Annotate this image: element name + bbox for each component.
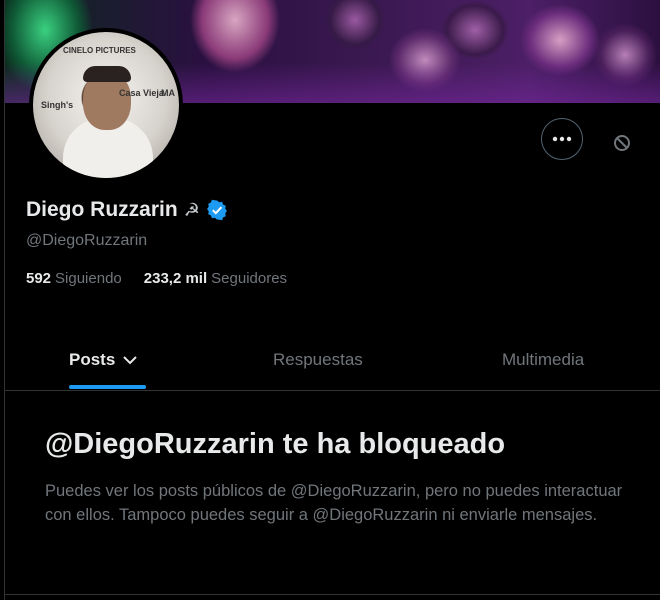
following-count: 592 [26, 270, 52, 287]
followers-count: 233,2 mil [143, 270, 208, 287]
following-label: Siguiendo [55, 270, 122, 287]
more-options-button[interactable] [541, 118, 583, 160]
more-horizontal-icon [552, 136, 572, 142]
tab-respuestas[interactable]: Respuestas [273, 330, 363, 390]
profile-handle: @DiegoRuzzarin [26, 232, 148, 249]
followers-stat[interactable]: 233,2 mil Seguidores [144, 270, 287, 287]
avatar-sponsor-text: Casa Vieja [119, 88, 164, 98]
tab-posts[interactable]: Posts [69, 330, 138, 390]
followers-label: Seguidores [211, 270, 288, 287]
avatar-sponsor-text: Singh's [41, 100, 74, 110]
profile-tabs: Posts Respuestas Multimedia [5, 330, 660, 391]
profile-name-row: Diego Ruzzarin ☭ [26, 198, 228, 222]
tab-multimedia[interactable]: Multimedia [502, 330, 584, 390]
avatar-sponsor-text: MA [161, 88, 175, 98]
active-tab-indicator [69, 385, 146, 389]
profile-stats: 592 Siguiendo 233,2 mil Seguidores [26, 270, 287, 287]
display-name: Diego Ruzzarin [26, 198, 178, 221]
chevron-down-icon [123, 356, 138, 365]
hammer-sickle-icon: ☭ [183, 199, 200, 220]
blocked-description: Puedes ver los posts públicos de @DiegoR… [45, 482, 623, 524]
avatar[interactable]: CINELO PICTURES Singh's Casa Vieja MA [29, 28, 183, 182]
avatar-cap [83, 66, 131, 82]
tab-posts-label: Posts [69, 350, 116, 369]
verified-badge-icon[interactable] [206, 199, 228, 221]
divider [5, 594, 660, 595]
block-icon[interactable] [612, 133, 632, 153]
blocked-title: @DiegoRuzzarin te ha bloqueado [45, 428, 506, 460]
following-stat[interactable]: 592 Siguiendo [26, 270, 122, 287]
avatar-sponsor-text: CINELO PICTURES [63, 46, 136, 55]
